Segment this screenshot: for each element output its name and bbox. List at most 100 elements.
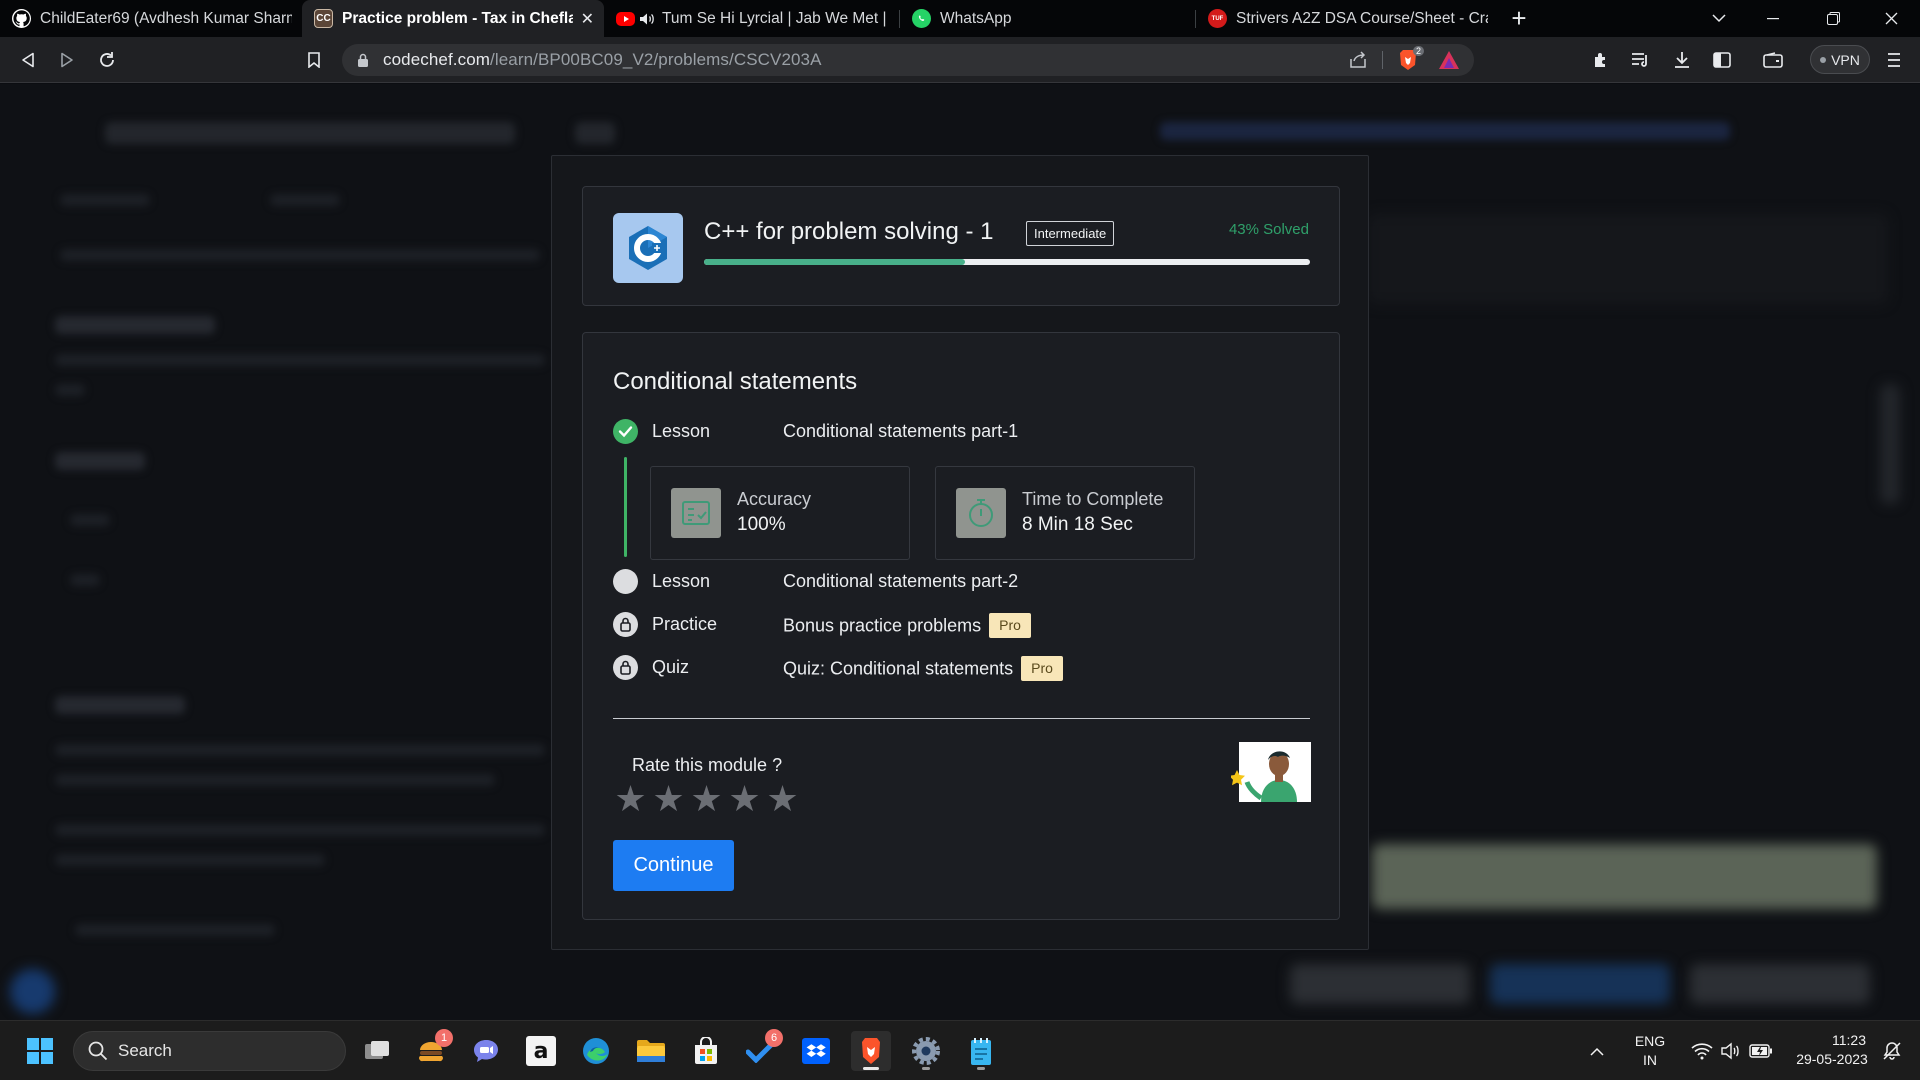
item-name-text: Bonus practice problems — [783, 615, 982, 636]
restore-icon[interactable] — [1808, 0, 1858, 37]
vpn-status-dot — [1820, 56, 1827, 63]
file-explorer-icon[interactable] — [631, 1031, 671, 1071]
extensions-icon[interactable] — [1587, 46, 1615, 74]
shield-count-badge: 2 — [1413, 46, 1425, 56]
search-icon — [88, 1041, 108, 1061]
star-icon[interactable]: ★ — [613, 781, 648, 817]
course-card: C++ for problem solving - 1 Intermediate… — [582, 186, 1340, 306]
star-icon[interactable]: ★ — [651, 781, 686, 817]
tab-title: Tum Se Hi Lyrcial | Jab We Met | Ka — [662, 9, 890, 27]
quick-settings[interactable] — [1682, 1031, 1782, 1071]
url-text: codechef.com/learn/BP00BC09_V2/problems/… — [383, 50, 822, 70]
pro-badge: Pro — [989, 613, 1031, 638]
youtube-icon — [616, 11, 635, 26]
new-tab-button[interactable]: + — [1498, 0, 1540, 37]
lang-line-1: ENG — [1634, 1033, 1666, 1049]
clock[interactable]: 11:23 29-05-2023 — [1784, 1031, 1880, 1069]
tab-whatsapp[interactable]: WhatsApp — [900, 0, 1196, 37]
checklist-icon — [671, 488, 721, 538]
solved-percentage: 43% Solved — [1228, 221, 1309, 238]
amazon-icon[interactable]: a — [521, 1031, 561, 1071]
star-icon[interactable]: ★ — [689, 781, 724, 817]
rate-module-label: Rate this module ? — [632, 755, 783, 775]
wallet-icon[interactable] — [1759, 46, 1787, 74]
pro-badge: Pro — [1021, 656, 1063, 681]
tab-title: Strivers A2Z DSA Course/Sheet - Crack — [1236, 9, 1488, 27]
forward-icon[interactable] — [53, 46, 81, 74]
back-icon[interactable] — [14, 46, 42, 74]
notepad-icon[interactable] — [961, 1031, 1001, 1071]
task-view-icon[interactable] — [357, 1031, 397, 1071]
tab-tuf[interactable]: TUF Strivers A2Z DSA Course/Sheet - Crac… — [1196, 0, 1498, 37]
divider — [613, 718, 1310, 719]
module-item-quiz[interactable]: Quiz Quiz: Conditional statements Pro — [613, 653, 1313, 681]
continue-button[interactable]: Continue — [613, 840, 734, 891]
tab-search-chevron-icon[interactable] — [1694, 0, 1744, 37]
module-item-lesson-2[interactable]: Lesson Conditional statements part-2 — [613, 567, 1313, 595]
whatsapp-icon — [912, 9, 931, 28]
notification-badge: 1 — [435, 1029, 453, 1047]
clock-time: 11:23 — [1832, 1032, 1866, 1048]
edge-icon[interactable] — [576, 1031, 616, 1071]
close-window-icon[interactable] — [1866, 0, 1916, 37]
playlist-icon[interactable] — [1627, 46, 1655, 74]
input-language[interactable]: ENG IN — [1630, 1032, 1670, 1070]
notification-bell-icon[interactable] — [1874, 1031, 1910, 1071]
clock-date: 29-05-2023 — [1796, 1051, 1868, 1067]
address-bar[interactable]: codechef.com/learn/BP00BC09_V2/problems/… — [342, 44, 1474, 76]
tab-title: Practice problem - Tax in Chefland — [342, 9, 573, 27]
star-icon[interactable]: ★ — [727, 781, 762, 817]
teams-chat-icon[interactable] — [466, 1031, 506, 1071]
dropbox-icon[interactable] — [796, 1031, 836, 1071]
share-icon[interactable] — [1348, 51, 1368, 74]
search-label: Search — [118, 1041, 172, 1060]
tuf-icon: TUF — [1208, 9, 1227, 28]
tab-codechef[interactable]: CC Practice problem - Tax in Chefland ✕ — [302, 0, 604, 37]
stat-value: 8 Min 18 Sec — [1022, 514, 1133, 535]
course-progress-bar — [704, 259, 1310, 265]
taskbar-search[interactable]: Search — [73, 1031, 346, 1071]
wifi-icon — [1691, 1043, 1713, 1060]
tab-youtube[interactable]: Tum Se Hi Lyrcial | Jab We Met | Ka — [604, 0, 900, 37]
active-indicator — [863, 1067, 879, 1070]
sidebar-icon[interactable] — [1708, 46, 1736, 74]
battery-icon — [1749, 1044, 1772, 1058]
module-item-practice[interactable]: Practice Bonus practice problems Pro — [613, 610, 1313, 638]
tab-title: ChildEater69 (Avdhesh Kumar Sharma) — [40, 9, 292, 27]
brave-browser-icon[interactable] — [851, 1031, 891, 1071]
todo-icon[interactable]: 6 — [741, 1029, 783, 1071]
bookmark-icon[interactable] — [300, 46, 328, 74]
cpp-logo-icon — [613, 213, 683, 283]
windows-start-icon[interactable] — [20, 1031, 60, 1071]
download-icon[interactable] — [1668, 46, 1696, 74]
lock-icon — [358, 53, 368, 67]
star-icon[interactable]: ★ — [765, 781, 800, 817]
item-name-text: Quiz: Conditional statements — [783, 658, 1014, 679]
running-indicator — [922, 1067, 930, 1070]
reload-icon[interactable] — [93, 46, 121, 74]
lock-icon — [613, 612, 638, 637]
menu-icon[interactable] — [1880, 46, 1908, 74]
minimize-icon[interactable] — [1748, 0, 1798, 37]
brave-rewards-icon[interactable] — [1438, 50, 1460, 75]
settings-gear-icon[interactable] — [906, 1031, 946, 1071]
codechef-icon: CC — [314, 9, 333, 28]
item-kind: Lesson — [652, 571, 711, 591]
widgets-burger-icon[interactable]: 1 — [411, 1029, 453, 1071]
browser-tab-strip: ChildEater69 (Avdhesh Kumar Sharma) CC P… — [0, 0, 1920, 37]
course-progress-fill — [704, 259, 965, 265]
speaker-icon[interactable] — [639, 12, 655, 26]
item-name: Conditional statements part-1 — [783, 421, 1019, 441]
show-hidden-icons-chevron-icon[interactable] — [1582, 1031, 1612, 1071]
microsoft-store-icon[interactable] — [686, 1031, 726, 1071]
vpn-label: VPN — [1831, 51, 1860, 68]
running-indicator — [977, 1067, 985, 1070]
vpn-button[interactable]: VPN — [1810, 45, 1870, 74]
github-icon — [12, 9, 31, 28]
rating-illustration — [1229, 742, 1311, 807]
module-item-lesson-1[interactable]: Lesson Conditional statements part-1 — [613, 417, 1313, 445]
tab-github[interactable]: ChildEater69 (Avdhesh Kumar Sharma) — [0, 0, 302, 37]
close-tab-icon[interactable]: ✕ — [581, 9, 594, 29]
level-badge: Intermediate — [1026, 221, 1115, 246]
empty-circle-icon — [613, 569, 638, 594]
